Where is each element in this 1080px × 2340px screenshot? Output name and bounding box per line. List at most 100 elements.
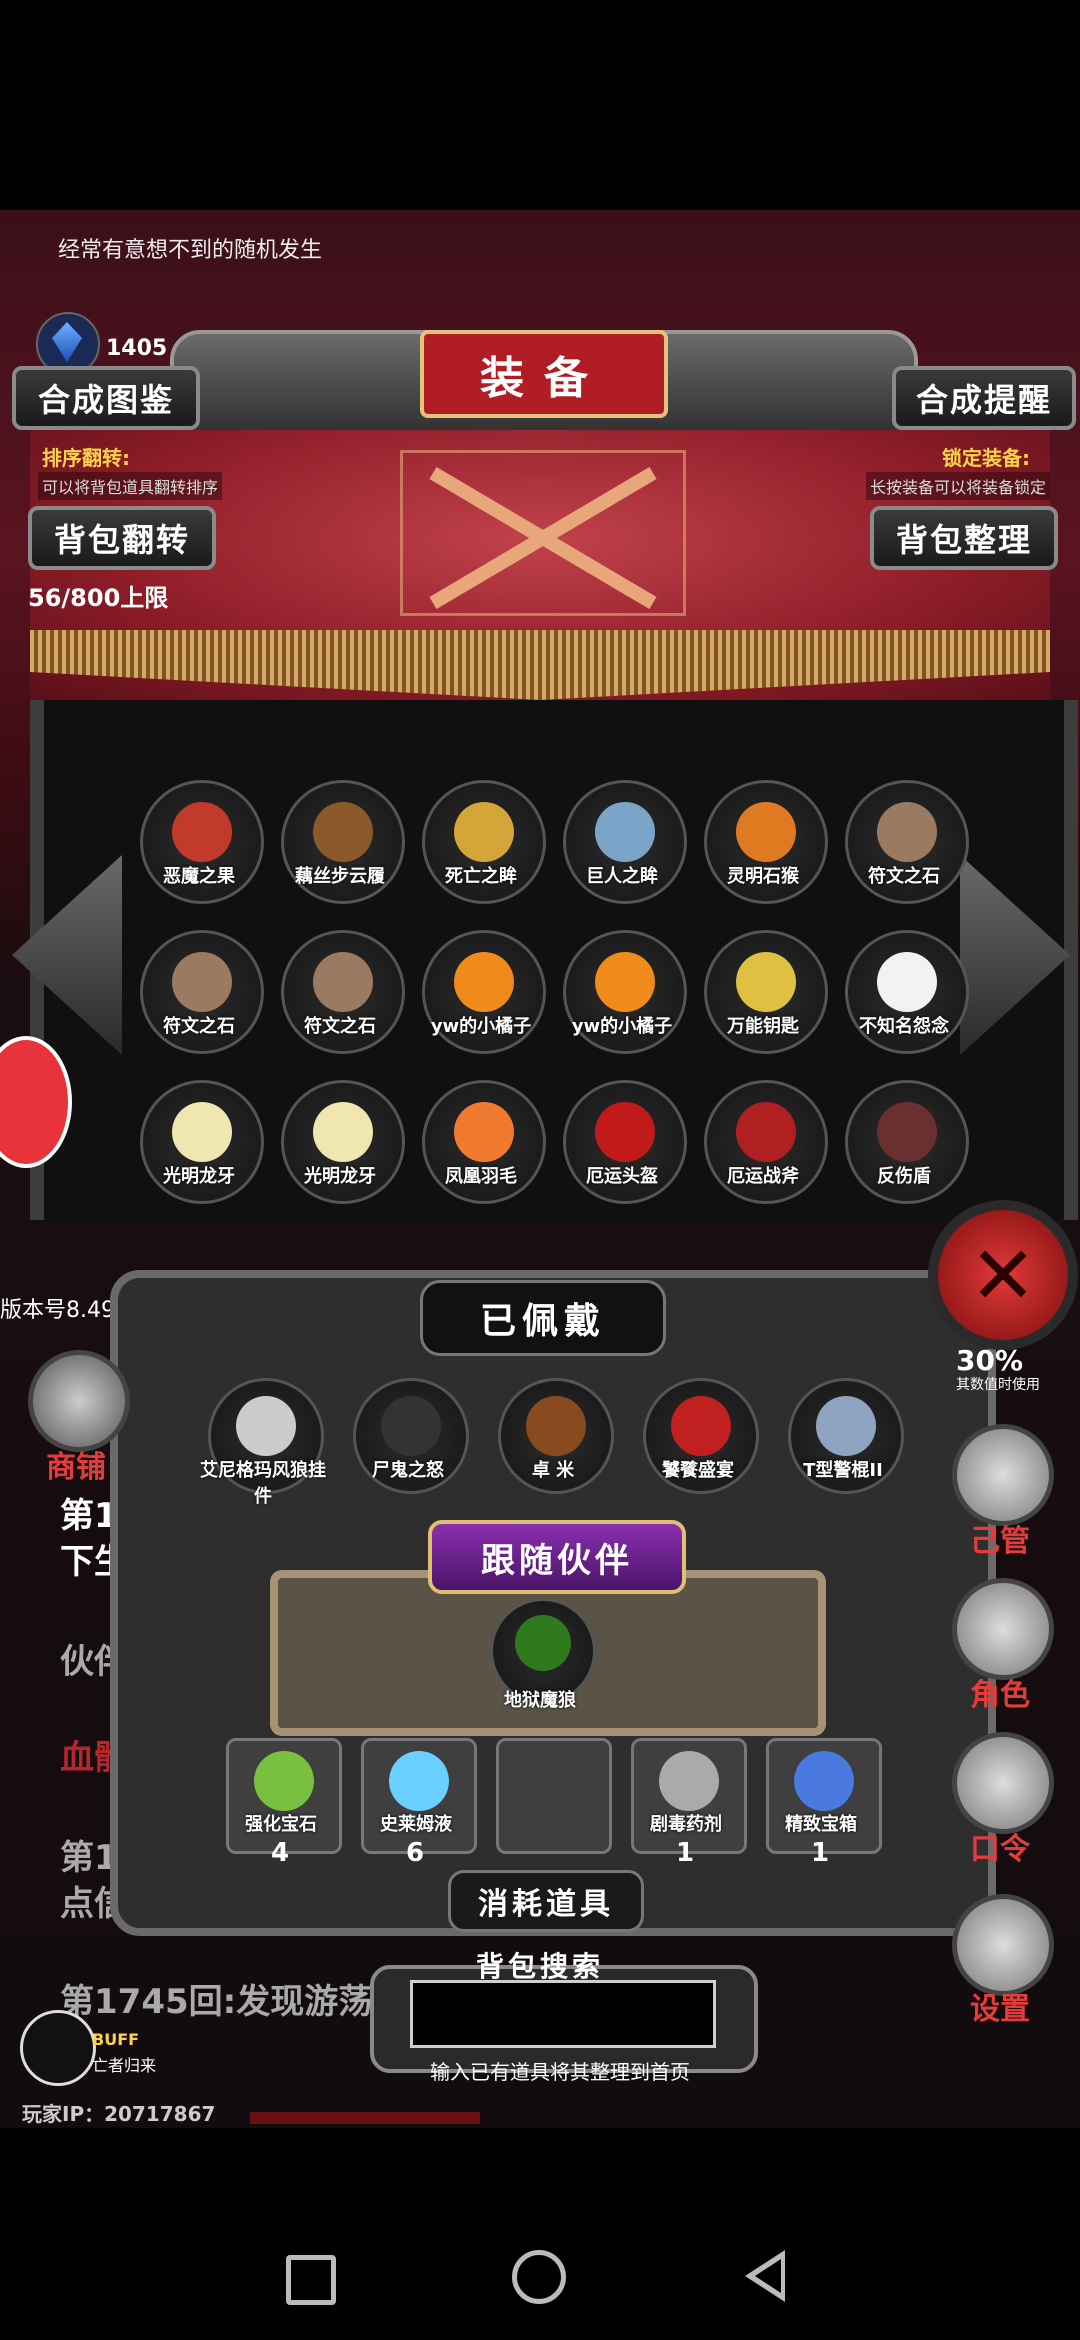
close-icon: ✕ [969, 1228, 1037, 1322]
item-label: 不知名怨念 [859, 1016, 949, 1037]
companion-name: 地狱魔狼 [504, 1690, 576, 1711]
item-label: yw的小橘子 [571, 1016, 673, 1037]
item-label: 藕丝步云履 [295, 866, 385, 887]
item-label: 厄运战斧 [727, 1166, 799, 1187]
bag-sort-button[interactable]: 背包整理 [870, 506, 1058, 570]
axe-icon [736, 1102, 796, 1162]
consumable-slot[interactable] [631, 1738, 747, 1854]
item-label: 凤凰羽毛 [445, 1166, 517, 1187]
demon-fruit-icon [172, 802, 232, 862]
hooded-figure-icon[interactable] [952, 1578, 1054, 1680]
item-label: 符文之石 [163, 1016, 235, 1037]
rune-stone-icon [877, 802, 937, 862]
synth-book-button[interactable]: 合成图鉴 [12, 366, 200, 430]
dice-icon[interactable] [952, 1424, 1054, 1526]
stone-monkey-icon [736, 802, 796, 862]
recent-apps-button[interactable] [286, 2255, 336, 2305]
potion-icon [389, 1751, 449, 1811]
consumable-count: 6 [406, 1838, 425, 1868]
hp-bar [250, 2112, 480, 2124]
item-label: 巨人之眸 [586, 866, 658, 887]
bag-flip-button[interactable]: 背包翻转 [28, 506, 216, 570]
item-label: 厄运头盔 [586, 1166, 658, 1187]
dragon-tooth-icon [313, 1102, 373, 1162]
hell-wolf-icon [515, 1615, 571, 1671]
consumables-title: 消耗道具 [448, 1870, 644, 1932]
buff-desc: 亡者归来 [92, 2056, 157, 2075]
close-button[interactable]: ✕ [928, 1200, 1078, 1350]
consumable-label: 剧毒药剂 [650, 1814, 722, 1835]
consumable-count: 4 [271, 1838, 290, 1868]
ghost-icon [877, 952, 937, 1012]
role-label[interactable]: 角色 [950, 1670, 1050, 1714]
item-label: 万能钥匙 [727, 1016, 799, 1037]
item-label: 恶魔之果 [163, 866, 235, 887]
manage-label[interactable]: 己管 [950, 1516, 1050, 1560]
gem-count: 1405 [106, 336, 168, 361]
whip-icon [526, 1396, 586, 1456]
giant-eye-icon [595, 802, 655, 862]
key-icon [736, 952, 796, 1012]
bag-capacity: 56/800上限 [28, 584, 169, 612]
skull-icon[interactable] [20, 2010, 96, 2086]
percent-value: 30% [956, 1344, 1024, 1377]
lock-title: 锁定装备: [942, 446, 1030, 470]
item-label: 符文之石 [304, 1016, 376, 1037]
story-line-7: 第1745回:发现游荡 [60, 1982, 373, 2022]
item-label: 反伤盾 [877, 1166, 931, 1187]
demon-mask-icon [671, 1396, 731, 1456]
settings-label[interactable]: 设置 [950, 1984, 1050, 2028]
consumable-count: 1 [811, 1838, 830, 1868]
page-title: 装备 [420, 330, 668, 418]
home-button[interactable] [512, 2250, 566, 2304]
back-button-inner [755, 2259, 781, 2293]
equipped-item-label: 尸鬼之怒 [372, 1460, 444, 1481]
search-input[interactable] [410, 1980, 716, 2048]
code-label[interactable]: 口令 [950, 1824, 1050, 1868]
rune-stone-icon [313, 952, 373, 1012]
helmet-icon [595, 1102, 655, 1162]
spike-shield-icon [877, 1102, 937, 1162]
consumable-slot[interactable] [361, 1738, 477, 1854]
claw-icon [381, 1396, 441, 1456]
consumable-slot[interactable] [766, 1738, 882, 1854]
search-title: 背包搜索 [475, 1950, 604, 1983]
consumable-slot[interactable] [226, 1738, 342, 1854]
status-bar [0, 0, 1080, 210]
percent-note: 其数值时使用 [956, 1377, 1040, 1393]
death-eye-icon [454, 802, 514, 862]
poison-icon [659, 1751, 719, 1811]
consumable-label: 史莱姆液 [380, 1814, 452, 1835]
shop-icon[interactable] [28, 1350, 130, 1452]
item-label: 灵明石猴 [727, 866, 799, 887]
equipped-item-label: 艾尼格玛风狼挂件 [200, 1460, 326, 1507]
consumable-label: 精致宝箱 [785, 1814, 857, 1835]
crossed-swords-emblem [400, 450, 686, 616]
nav-bar [0, 2128, 1080, 2340]
gear-icon[interactable] [952, 1894, 1054, 1996]
player-ip: 玩家IP：20717867 [22, 2102, 216, 2126]
consumable-label: 强化宝石 [245, 1814, 317, 1835]
boots-icon [313, 802, 373, 862]
buff-label: BUFF [92, 2030, 140, 2049]
consumable-slot[interactable] [496, 1738, 612, 1854]
sort-flip-desc: 可以将背包道具翻转排序 [38, 472, 223, 500]
item-label: 光明龙牙 [163, 1166, 235, 1187]
orange-icon [595, 952, 655, 1012]
item-label: 死亡之眸 [445, 866, 517, 887]
sort-flip-title: 排序翻转: [42, 446, 130, 470]
shop-label[interactable]: 商铺 [26, 1442, 126, 1486]
equipped-item-label: 饕餮盛宴 [662, 1460, 734, 1481]
lock-desc: 长按装备可以将装备锁定 [866, 472, 1051, 500]
random-tip: 经常有意想不到的随机发生 [58, 238, 323, 263]
equipped-item-label: 卓 米 [531, 1460, 575, 1481]
chest-icon [794, 1751, 854, 1811]
version-label: 版本号8.49 [0, 1298, 115, 1323]
feather-icon [454, 1102, 514, 1162]
synth-remind-button[interactable]: 合成提醒 [892, 366, 1076, 430]
wolf-pendant-icon [236, 1396, 296, 1456]
scroll-icon[interactable] [952, 1732, 1054, 1834]
green-gem-icon [254, 1751, 314, 1811]
rune-stone-icon [172, 952, 232, 1012]
orange-icon [454, 952, 514, 1012]
